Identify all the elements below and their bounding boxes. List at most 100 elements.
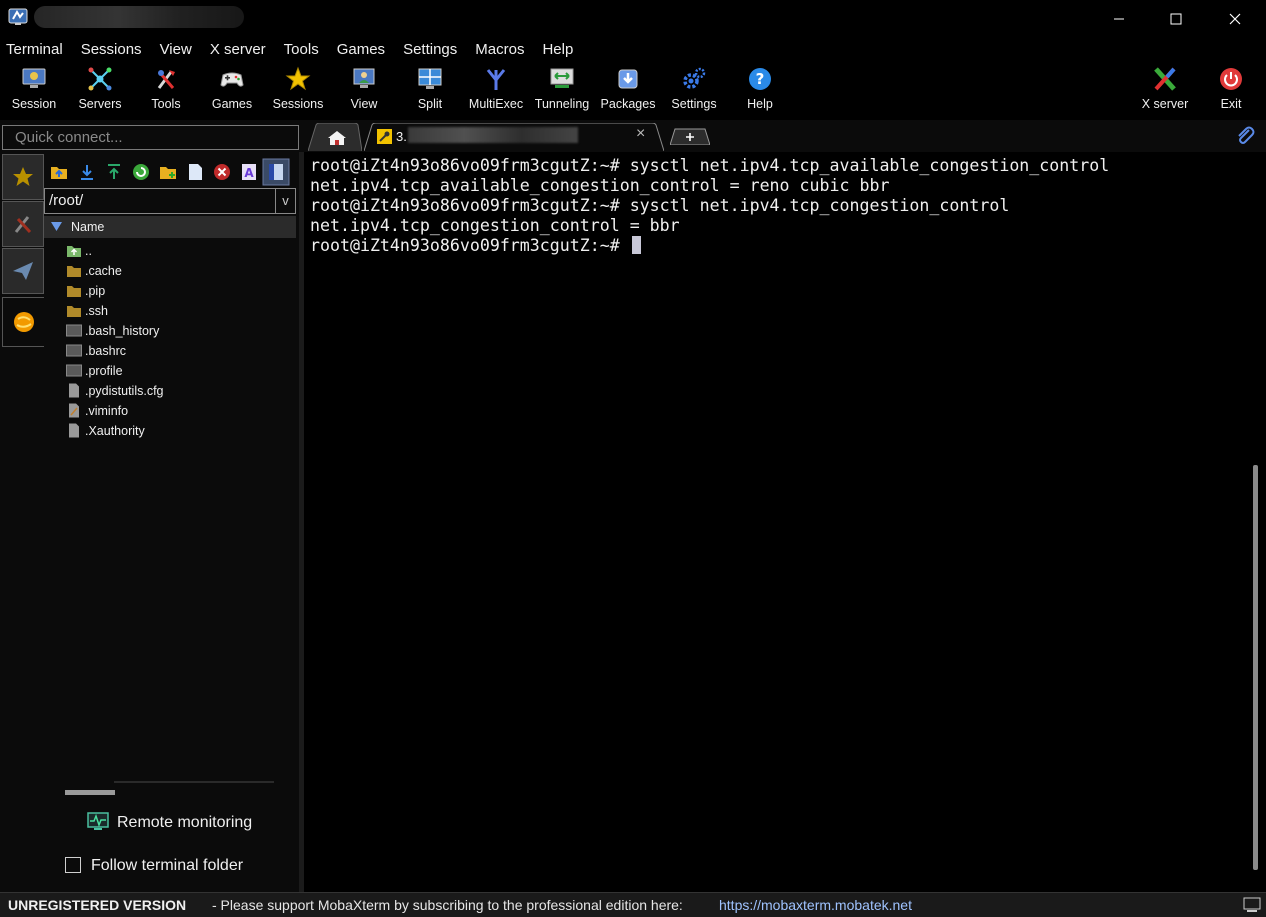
file-icon xyxy=(69,383,79,398)
new-file-icon[interactable] xyxy=(185,162,205,182)
side-tab-sftp[interactable] xyxy=(2,297,44,347)
download-icon[interactable] xyxy=(77,162,97,182)
tab-host-blurred xyxy=(408,127,578,143)
follow-folder-checkbox[interactable] xyxy=(65,857,81,873)
title-bar xyxy=(0,0,1266,38)
tab-close-icon[interactable]: × xyxy=(636,125,645,143)
packages-button[interactable]: Packages xyxy=(595,66,661,118)
main-toolbar: Session Servers Tools Games Sessions Vie… xyxy=(0,62,1266,120)
servers-network-icon xyxy=(88,67,112,91)
menu-sessions[interactable]: Sessions xyxy=(75,38,148,62)
refresh-icon[interactable] xyxy=(131,162,151,182)
terminal-prompt: root@iZt4n93o86vo09frm3cgutZ:~# xyxy=(310,236,630,255)
minimize-button[interactable] xyxy=(1090,0,1148,38)
tools-icon xyxy=(157,70,175,89)
close-window-button[interactable] xyxy=(1206,0,1264,38)
mobaxterm-logo-icon xyxy=(8,8,28,25)
parent-folder-icon xyxy=(67,246,81,257)
gear-icon xyxy=(683,67,706,89)
menu-terminal[interactable]: Terminal xyxy=(0,38,69,62)
side-tab-sessions[interactable] xyxy=(2,154,44,200)
terminal-prompt-line: root@iZt4n93o86vo09frm3cgutZ:~# xyxy=(310,236,1249,256)
servers-button[interactable]: Servers xyxy=(67,66,133,118)
menu-help[interactable]: Help xyxy=(536,38,579,62)
multiexec-button[interactable]: MultiExec xyxy=(463,66,529,118)
tools-button[interactable]: Tools xyxy=(133,66,199,118)
folder-icon xyxy=(67,286,81,297)
monitoring-chart-icon[interactable] xyxy=(87,812,109,832)
upload-icon[interactable] xyxy=(104,162,124,182)
folder-icon xyxy=(67,266,81,277)
file-row-cache[interactable]: .cache xyxy=(66,261,286,281)
games-button[interactable]: Games xyxy=(199,66,265,118)
terminal-view-toggle-icon[interactable] xyxy=(262,158,290,186)
x-server-icon xyxy=(1154,67,1176,91)
svg-text:A: A xyxy=(244,166,254,180)
exit-button[interactable]: Exit xyxy=(1198,66,1264,118)
new-tab-button[interactable] xyxy=(670,128,710,145)
unregistered-label: UNREGISTERED VERSION xyxy=(8,897,187,913)
folder-icon xyxy=(67,306,81,317)
split-button[interactable]: Split xyxy=(397,66,463,118)
x-server-button[interactable]: X server xyxy=(1132,66,1198,118)
file-row-pip[interactable]: .pip xyxy=(66,281,286,301)
terminal-line: net.ipv4.tcp_congestion_control = bbr xyxy=(310,216,680,235)
help-button[interactable]: ? Help xyxy=(727,66,793,118)
tab-home[interactable] xyxy=(308,123,362,151)
quick-connect-input[interactable] xyxy=(2,125,299,150)
delete-icon[interactable] xyxy=(212,162,232,182)
file-row-profile[interactable]: .profile xyxy=(66,361,286,381)
menu-view[interactable]: View xyxy=(154,38,198,62)
packages-download-icon xyxy=(618,69,638,89)
menu-settings[interactable]: Settings xyxy=(397,38,463,62)
menu-bar: Terminal Sessions View X server Tools Ga… xyxy=(0,38,1266,62)
star-icon xyxy=(13,167,33,186)
terminal-line: root@iZt4n93o86vo09frm3cgutZ:~# sysctl n… xyxy=(310,156,1110,175)
sftp-path-field[interactable]: /root/ v xyxy=(44,188,296,214)
side-tab-tools[interactable] xyxy=(2,201,44,247)
paper-plane-icon xyxy=(13,262,33,280)
file-row-ssh[interactable]: .ssh xyxy=(66,301,286,321)
file-row-viminfo[interactable]: .viminfo xyxy=(66,401,286,421)
terminal-scrollbar-thumb[interactable] xyxy=(1253,465,1258,870)
file-row-pydistutils[interactable]: .pydistutils.cfg xyxy=(66,381,286,401)
sort-triangle-icon xyxy=(51,222,62,231)
menu-games[interactable]: Games xyxy=(331,38,391,62)
new-folder-icon[interactable] xyxy=(158,162,178,182)
keyboard-icon[interactable] xyxy=(1243,897,1261,913)
terminal-cursor xyxy=(631,236,641,254)
tab-session-label: 3. xyxy=(396,129,407,144)
file-row-bash-history[interactable]: .bash_history xyxy=(66,321,286,341)
file-row-xauthority[interactable]: .Xauthority xyxy=(66,421,286,441)
session-button[interactable]: Session xyxy=(1,66,67,118)
horizontal-scrollbar[interactable] xyxy=(65,790,115,795)
terminal-file-icon xyxy=(66,324,82,337)
terminal-area[interactable]: root@iZt4n93o86vo09frm3cgutZ:~# sysctl n… xyxy=(304,152,1249,892)
chevron-down-icon[interactable]: v xyxy=(275,189,295,213)
file-icon xyxy=(69,423,79,438)
column-header-name[interactable]: Name xyxy=(44,216,296,238)
mobatek-link[interactable]: https://mobaxterm.mobatek.net xyxy=(719,897,912,913)
view-button[interactable]: View xyxy=(331,66,397,118)
status-bar: UNREGISTERED VERSION - Please support Mo… xyxy=(0,892,1266,917)
ssh-key-icon xyxy=(377,129,392,144)
menu-tools[interactable]: Tools xyxy=(278,38,325,62)
terminal-line: net.ipv4.tcp_available_congestion_contro… xyxy=(310,176,890,195)
file-row-bashrc[interactable]: .bashrc xyxy=(66,341,286,361)
maximize-button[interactable] xyxy=(1147,0,1205,38)
side-tab-macros[interactable] xyxy=(2,248,44,294)
menu-macros[interactable]: Macros xyxy=(469,38,530,62)
settings-button[interactable]: Settings xyxy=(661,66,727,118)
rename-icon[interactable]: A xyxy=(239,162,259,182)
remote-monitoring-button[interactable]: Remote monitoring xyxy=(117,814,252,832)
power-icon xyxy=(1220,68,1242,90)
sftp-browser: A /root/ v Name .. .cache .pip .ssh .bas… xyxy=(44,152,299,892)
paperclip-icon[interactable] xyxy=(1235,125,1255,145)
menu-x-server[interactable]: X server xyxy=(204,38,272,62)
tunneling-icon xyxy=(550,68,574,88)
file-row-parent[interactable]: .. xyxy=(66,241,286,261)
sessions-button[interactable]: Sessions xyxy=(265,66,331,118)
folder-up-icon[interactable] xyxy=(49,162,69,182)
view-monitor-icon xyxy=(353,68,375,88)
tunneling-button[interactable]: Tunneling xyxy=(529,66,595,118)
